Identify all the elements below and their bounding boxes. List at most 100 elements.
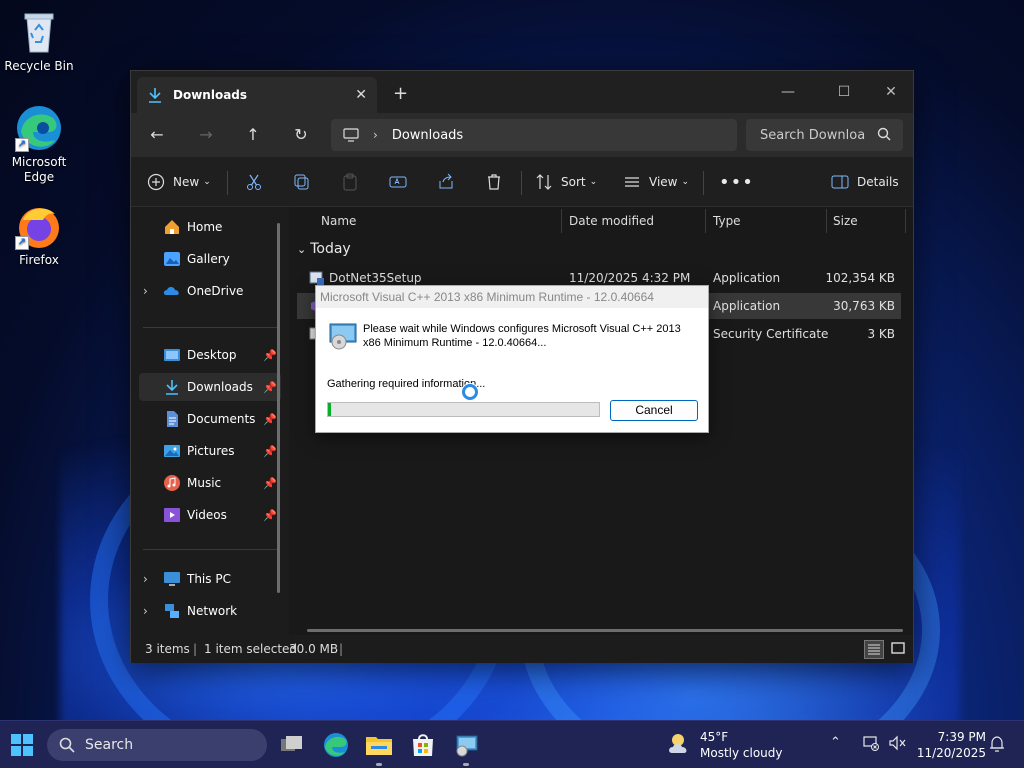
column-header-date[interactable]: Date modified <box>569 207 654 235</box>
details-view-icon <box>868 644 880 655</box>
forward-button[interactable]: → <box>192 123 220 147</box>
sidebar-item-gallery[interactable]: Gallery <box>139 245 281 273</box>
start-button[interactable] <box>10 733 34 760</box>
clock-date: 11/20/2025 <box>916 746 986 760</box>
taskbar-installer[interactable] <box>450 729 482 761</box>
sidebar-item-this-pc[interactable]: › This PC <box>139 565 281 593</box>
breadcrumb-downloads[interactable]: Downloads <box>392 128 463 143</box>
pin-icon[interactable]: 📌 <box>263 477 277 490</box>
sidebar-item-home[interactable]: Home <box>139 213 281 241</box>
horizontal-scrollbar[interactable] <box>307 629 903 632</box>
pictures-icon <box>164 445 180 457</box>
sidebar-item-downloads[interactable]: Downloads 📌 <box>139 373 281 401</box>
close-tab-icon[interactable]: ✕ <box>355 87 367 103</box>
network-status-button[interactable] <box>862 735 880 755</box>
chevron-right-icon[interactable]: › <box>143 284 148 298</box>
network-icon <box>165 604 179 618</box>
pin-icon[interactable]: 📌 <box>263 381 277 394</box>
taskbar-search[interactable]: Search <box>47 729 267 761</box>
selection-size: 30.0 MB <box>289 642 339 656</box>
taskbar-store[interactable] <box>407 729 439 761</box>
clock[interactable]: 7:39 PM 11/20/2025 <box>916 729 986 761</box>
pin-icon[interactable]: 📌 <box>263 509 277 522</box>
dialog-title: Microsoft Visual C++ 2013 x86 Minimum Ru… <box>320 290 654 304</box>
file-size: 30,763 KB <box>833 299 895 313</box>
status-separator: | <box>193 642 198 656</box>
column-divider[interactable] <box>705 209 706 233</box>
sidebar-item-network[interactable]: › Network <box>139 597 281 625</box>
column-divider[interactable] <box>905 209 906 233</box>
paste-button[interactable] <box>341 169 359 195</box>
share-button[interactable] <box>437 169 455 195</box>
music-icon <box>164 475 180 491</box>
tab-downloads[interactable]: Downloads ✕ <box>137 77 377 113</box>
sidebar-item-music[interactable]: Music 📌 <box>139 469 281 497</box>
running-indicator <box>376 763 382 766</box>
cancel-button[interactable]: Cancel <box>610 400 698 421</box>
chevron-down-icon: ⌄ <box>297 243 307 256</box>
new-button[interactable]: New ⌄ <box>147 169 211 195</box>
sidebar-item-label: This PC <box>187 572 231 586</box>
taskbar-file-explorer[interactable] <box>363 729 395 761</box>
column-header-type[interactable]: Type <box>713 207 741 235</box>
progress-bar <box>327 402 600 417</box>
sidebar-item-videos[interactable]: Videos 📌 <box>139 501 281 529</box>
sidebar-item-pictures[interactable]: Pictures 📌 <box>139 437 281 465</box>
chevron-right-icon[interactable]: › <box>143 572 148 586</box>
column-header-size[interactable]: Size <box>833 207 858 235</box>
cut-button[interactable] <box>245 169 263 195</box>
sidebar-scrollbar[interactable] <box>277 223 280 593</box>
rename-button[interactable] <box>389 169 407 195</box>
column-header-name[interactable]: Name <box>321 207 356 235</box>
file-size: 3 KB <box>867 327 895 341</box>
pin-icon[interactable]: 📌 <box>263 413 277 426</box>
pin-icon[interactable]: 📌 <box>263 349 277 362</box>
large-icons-view-button[interactable] <box>889 640 909 659</box>
toolbar-separator <box>227 171 228 195</box>
desktop-icon-edge[interactable]: ↗ Microsoft Edge <box>1 104 77 185</box>
back-button[interactable]: ← <box>143 123 171 147</box>
address-bar[interactable]: › Downloads <box>331 119 737 151</box>
minimize-button[interactable]: — <box>765 77 811 107</box>
more-options-button[interactable]: ••• <box>719 169 754 195</box>
copy-button[interactable] <box>293 169 311 195</box>
shortcut-arrow-icon: ↗ <box>15 236 29 250</box>
navigation-pane: Home Gallery › OneDrive Desktop 📌 Downlo… <box>131 207 289 635</box>
sidebar-item-desktop[interactable]: Desktop 📌 <box>139 341 281 369</box>
close-window-button[interactable]: ✕ <box>868 77 914 107</box>
up-button[interactable]: ↑ <box>239 123 267 147</box>
windows-logo-icon <box>11 734 33 756</box>
sidebar-item-onedrive[interactable]: › OneDrive <box>139 277 281 305</box>
weather-widget[interactable]: 45°F Mostly cloudy <box>666 729 783 762</box>
maximize-button[interactable]: ☐ <box>821 77 867 107</box>
status-separator: | <box>339 642 344 656</box>
toolbar-separator <box>703 171 704 195</box>
scissors-icon <box>247 174 261 190</box>
desktop-icon-recycle-bin[interactable]: Recycle Bin <box>1 8 77 74</box>
taskbar-edge[interactable] <box>320 729 352 761</box>
search-input[interactable]: Search Downloa <box>746 119 903 151</box>
edge-icon <box>324 733 348 757</box>
sidebar-item-documents[interactable]: Documents 📌 <box>139 405 281 433</box>
sort-button[interactable]: Sort ⌄ <box>535 169 597 195</box>
column-divider[interactable] <box>826 209 827 233</box>
refresh-button[interactable]: ↻ <box>287 123 315 147</box>
delete-button[interactable] <box>485 169 503 195</box>
chevron-down-icon: ⌄ <box>681 177 690 187</box>
group-header-today[interactable]: ⌄ Today <box>297 241 351 257</box>
details-pane-button[interactable]: Details <box>831 169 899 195</box>
command-bar: New ⌄ Sort ⌄ View ⌄ ••• Details <box>131 157 913 207</box>
desktop-icon-firefox[interactable]: ↗ Firefox <box>1 202 77 268</box>
volume-button[interactable] <box>888 735 906 755</box>
chevron-right-icon[interactable]: › <box>143 604 148 618</box>
new-tab-button[interactable]: + <box>393 83 408 104</box>
pin-icon[interactable]: 📌 <box>263 445 277 458</box>
notifications-button[interactable] <box>988 735 1006 757</box>
column-divider[interactable] <box>561 209 562 233</box>
view-icon <box>625 177 639 187</box>
store-icon <box>413 734 433 756</box>
task-view-button[interactable] <box>276 729 308 761</box>
show-hidden-icons-button[interactable]: ⌃ <box>830 735 841 750</box>
details-view-button[interactable] <box>864 640 884 659</box>
view-button[interactable]: View ⌄ <box>623 169 689 195</box>
